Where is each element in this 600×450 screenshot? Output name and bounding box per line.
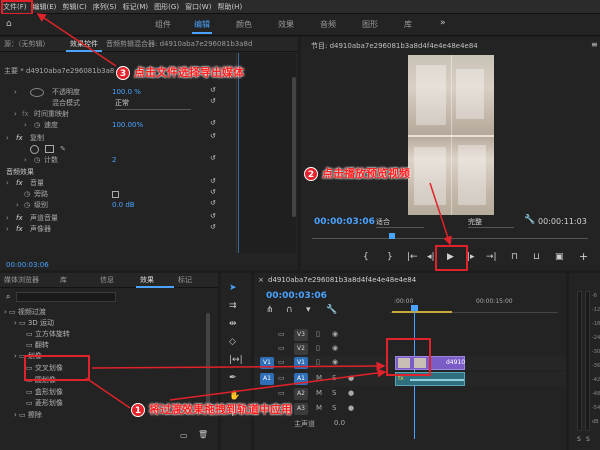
annotation-arrows xyxy=(36,13,452,409)
